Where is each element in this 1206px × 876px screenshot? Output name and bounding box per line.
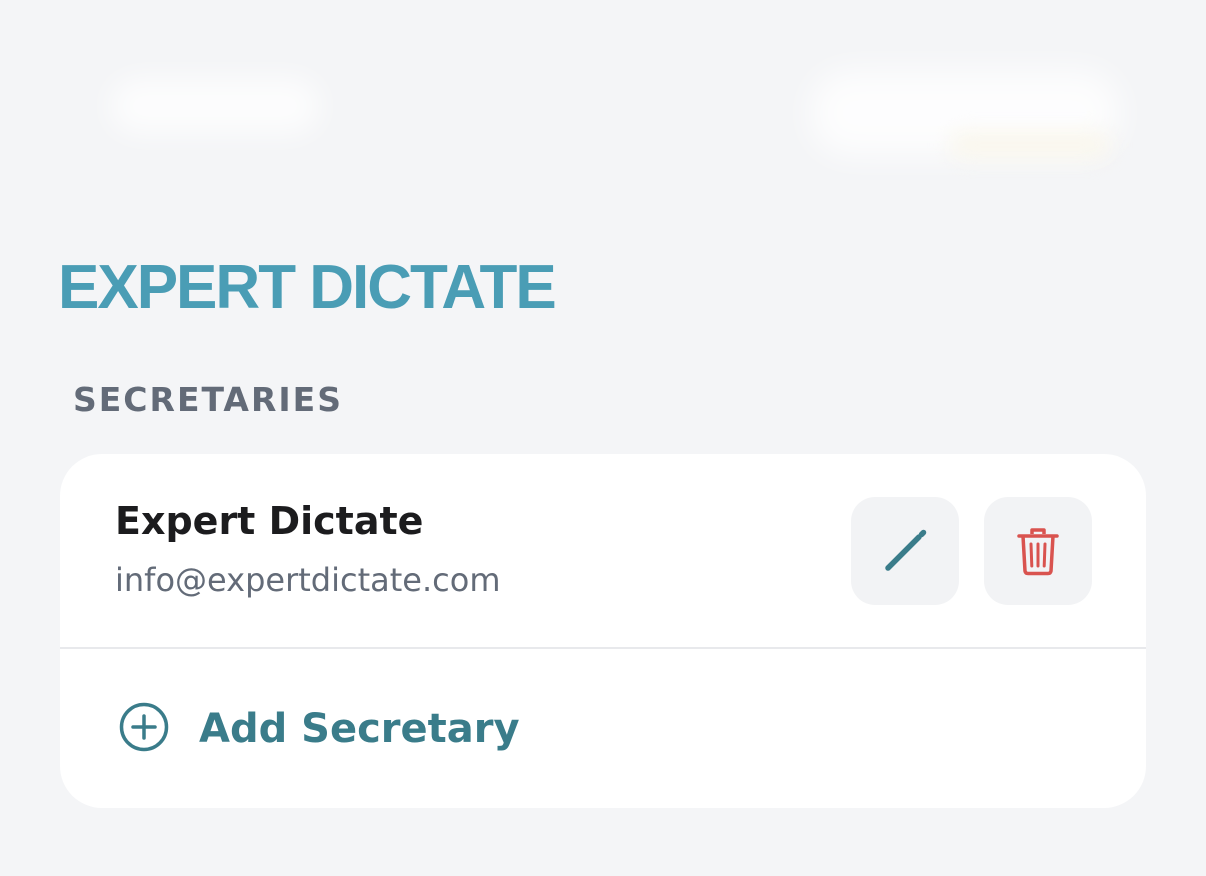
pencil-icon [885, 529, 927, 571]
plus-circle-icon [119, 702, 169, 752]
blurred-status-left [110, 78, 320, 134]
edit-secretary-button[interactable] [851, 497, 959, 605]
section-header-secretaries: SECRETARIES [73, 380, 343, 419]
secretary-email: info@expertdictate.com [115, 561, 501, 599]
trash-icon [1017, 528, 1059, 576]
add-secretary-button[interactable]: Add Secretary [60, 649, 1146, 808]
add-secretary-label: Add Secretary [199, 706, 520, 752]
brand-logo: EXPERT DICTATE [58, 253, 557, 322]
secretaries-card: Expert Dictate info@expertdictate.com Ad… [60, 454, 1146, 808]
blurred-status-right-tint [950, 132, 1110, 158]
secretary-row: Expert Dictate info@expertdictate.com [60, 454, 1146, 648]
secretary-name: Expert Dictate [115, 499, 424, 543]
delete-secretary-button[interactable] [984, 497, 1092, 605]
